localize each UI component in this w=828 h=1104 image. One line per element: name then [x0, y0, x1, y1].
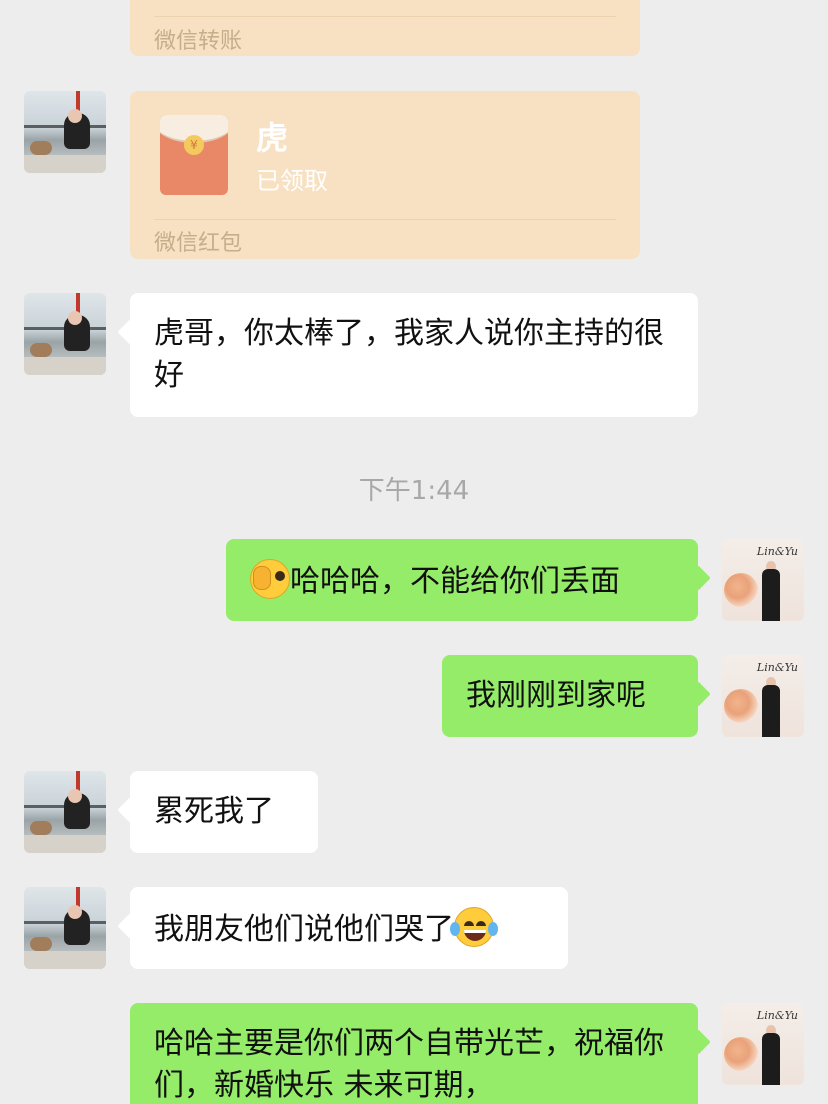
red-packet-icon: ¥ — [160, 115, 228, 195]
transfer-card-footer: 微信转账 — [154, 29, 243, 54]
avatar-contact[interactable] — [24, 771, 106, 853]
red-packet-card[interactable]: ¥ 虎 已领取 微信红包 — [130, 91, 640, 259]
message-text: 哈哈哈，不能给你们丢面 — [290, 564, 620, 599]
avatar-signature: Lin&Yu — [756, 545, 798, 558]
message-text: 我朋友他们说他们哭了 — [154, 912, 454, 947]
message-timestamp: 下午1:44 — [358, 476, 470, 506]
avatar-self[interactable]: Lin&Yu — [722, 655, 804, 737]
transfer-card[interactable]: 微信转账 — [130, 0, 640, 56]
message-bubble-received[interactable]: 累死我了 — [130, 771, 318, 853]
red-packet-status: 已领取 — [256, 167, 328, 195]
message-bubble-received[interactable]: 虎哥，你太棒了，我家人说你主持的很好 — [130, 293, 698, 417]
avatar-contact[interactable] — [24, 91, 106, 173]
red-packet-footer: 微信红包 — [154, 231, 243, 256]
face-with-hand-over-eye-emoji-icon — [250, 559, 290, 599]
avatar-self[interactable]: Lin&Yu — [722, 539, 804, 621]
message-bubble-sent[interactable]: 我刚刚到家呢 — [442, 655, 698, 737]
tears-of-joy-emoji-icon — [450, 907, 498, 947]
card-divider — [154, 219, 616, 220]
red-packet-title: 虎 — [256, 119, 289, 157]
message-bubble-received[interactable]: 我朋友他们说他们哭了 — [130, 887, 568, 969]
message-text: 累死我了 — [154, 794, 274, 829]
avatar-signature: Lin&Yu — [756, 661, 798, 674]
message-text: 哈哈主要是你们两个自带光芒，祝福你们，新婚快乐 未来可期， — [154, 1026, 664, 1103]
message-bubble-sent[interactable]: 哈哈哈，不能给你们丢面 — [226, 539, 698, 621]
avatar-contact[interactable] — [24, 887, 106, 969]
avatar-contact[interactable] — [24, 293, 106, 375]
message-text: 虎哥，你太棒了，我家人说你主持的很好 — [154, 316, 664, 393]
avatar-signature: Lin&Yu — [756, 1009, 798, 1022]
message-bubble-sent[interactable]: 哈哈主要是你们两个自带光芒，祝福你们，新婚快乐 未来可期， — [130, 1003, 698, 1104]
card-divider — [154, 16, 616, 17]
avatar-self[interactable]: Lin&Yu — [722, 1003, 804, 1085]
message-text: 我刚刚到家呢 — [466, 678, 646, 713]
